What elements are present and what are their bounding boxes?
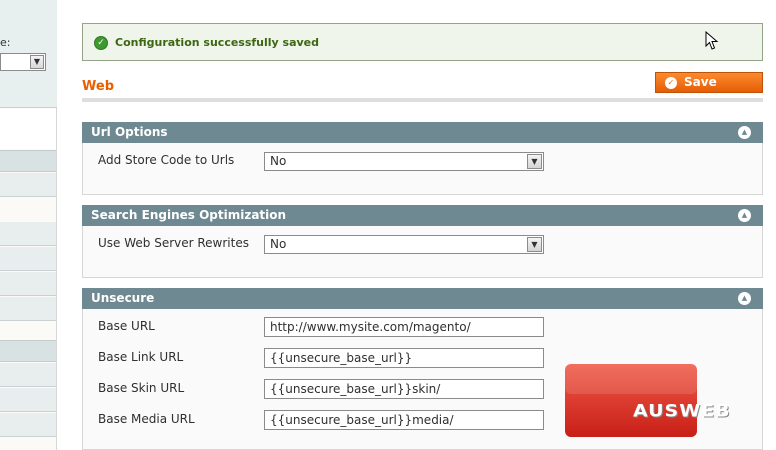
sidebar-tab-item[interactable] xyxy=(0,297,56,321)
field-label: Base Link URL xyxy=(98,350,184,364)
field-row: Add Store Code to Urls No ▼ xyxy=(83,152,762,184)
collapse-up-icon[interactable]: ▲ xyxy=(738,292,751,305)
field-label: Add Store Code to Urls xyxy=(98,153,235,167)
chevron-down-icon[interactable]: ▼ xyxy=(527,154,542,169)
success-message-text: Configuration successfully saved xyxy=(115,36,320,49)
base-link-url-input[interactable] xyxy=(264,348,544,368)
mouse-cursor-icon xyxy=(705,31,719,50)
section-url-options-body: Add Store Code to Urls No ▼ xyxy=(82,143,763,195)
field-row: Use Web Server Rewrites No ▼ xyxy=(83,235,762,267)
field-label: Base Skin URL xyxy=(98,381,185,395)
collapse-up-icon[interactable]: ▲ xyxy=(738,126,751,139)
base-media-url-input[interactable] xyxy=(264,410,544,430)
select-value: No xyxy=(270,154,287,168)
save-config-label: Save Config xyxy=(684,75,727,108)
field-row: Base URL xyxy=(83,317,762,350)
page-title: Web xyxy=(82,79,114,94)
save-config-button[interactable]: ✓ Save Config xyxy=(655,72,763,108)
sidebar-tab-group-header xyxy=(0,150,56,172)
base-url-input[interactable] xyxy=(264,317,544,337)
ausweb-logo-text: AUSWEB xyxy=(633,401,731,421)
sidebar-tab-group-header xyxy=(0,340,56,362)
add-store-code-select[interactable]: No ▼ xyxy=(264,152,544,171)
sidebar-tab-item[interactable] xyxy=(0,388,56,412)
web-server-rewrites-select[interactable]: No ▼ xyxy=(264,235,544,254)
select-value: No xyxy=(270,237,287,251)
sidebar-tab-item[interactable] xyxy=(0,222,56,246)
section-seo: Search Engines Optimization ▲ Use Web Se… xyxy=(82,205,763,278)
field-label: Base URL xyxy=(98,319,155,333)
section-url-options: Url Options ▲ Add Store Code to Urls No … xyxy=(82,122,763,195)
section-title: Url Options xyxy=(91,125,168,139)
chevron-down-icon[interactable]: ▼ xyxy=(30,55,44,69)
sidebar-tab-item[interactable] xyxy=(0,173,56,197)
section-title: Unsecure xyxy=(91,291,155,305)
section-url-options-header[interactable]: Url Options ▲ xyxy=(82,122,763,143)
success-check-icon: ✓ xyxy=(94,36,108,50)
section-title: Search Engines Optimization xyxy=(91,208,287,222)
section-unsecure-header[interactable]: Unsecure ▲ xyxy=(82,288,763,309)
field-label: Base Media URL xyxy=(98,412,195,426)
check-circle-icon: ✓ xyxy=(665,77,677,89)
scope-label: e: xyxy=(0,36,11,49)
field-label: Use Web Server Rewrites xyxy=(98,236,249,250)
sidebar-scope-panel: e: ▼ xyxy=(0,0,57,108)
section-seo-body: Use Web Server Rewrites No ▼ xyxy=(82,226,763,278)
sidebar-tab-item[interactable] xyxy=(0,413,56,437)
scope-select[interactable]: ▼ xyxy=(0,53,46,71)
success-message: ✓ Configuration successfully saved xyxy=(82,23,763,61)
chevron-down-icon[interactable]: ▼ xyxy=(527,237,542,252)
base-skin-url-input[interactable] xyxy=(264,379,544,399)
section-seo-header[interactable]: Search Engines Optimization ▲ xyxy=(82,205,763,226)
sidebar-tab-item[interactable] xyxy=(0,272,56,296)
sidebar-blank xyxy=(0,109,56,149)
collapse-up-icon[interactable]: ▲ xyxy=(738,209,751,222)
sidebar-tab-item[interactable] xyxy=(0,247,56,271)
title-divider xyxy=(82,98,763,102)
left-sidebar: e: ▼ xyxy=(0,0,57,450)
sidebar-tab-item[interactable] xyxy=(0,363,56,387)
